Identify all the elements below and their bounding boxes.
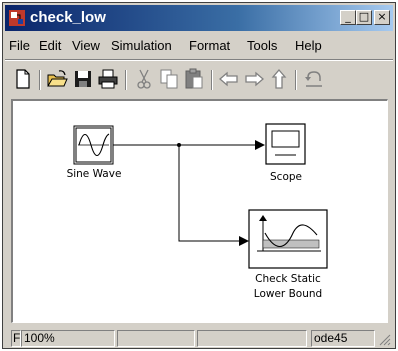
menu-tools[interactable]: Tools [247, 38, 277, 53]
status-cell [117, 330, 195, 347]
toolbar-separator [125, 70, 127, 90]
toolbar-separator [211, 70, 213, 90]
simulink-app-icon [9, 10, 25, 26]
undo-icon[interactable] [302, 67, 326, 91]
resize-grip-icon[interactable] [377, 332, 391, 346]
menu-simulation[interactable]: Simulation [111, 38, 172, 53]
scope-block[interactable] [265, 123, 306, 165]
check-block-label-line1: Check Static [255, 273, 321, 285]
menu-format[interactable]: Format [189, 38, 230, 53]
sine-wave-label: Sine Wave [66, 168, 122, 180]
menu-file[interactable]: File [9, 38, 30, 53]
menu-edit[interactable]: Edit [39, 38, 61, 53]
open-icon[interactable] [45, 67, 69, 91]
solver-label: ode45 [311, 330, 375, 347]
check-block-label-line2: Lower Bound [253, 288, 323, 300]
maximize-button[interactable]: □ [356, 10, 372, 25]
print-icon[interactable] [96, 67, 120, 91]
scope-label: Scope [270, 171, 302, 183]
status-bar: F 100% ode45 [5, 327, 393, 347]
minimize-button[interactable]: _ [340, 10, 356, 25]
close-button[interactable]: × [374, 10, 390, 25]
menu-bar: File Edit View Simulation Format Tools H… [5, 35, 393, 57]
toolbar-separator [39, 70, 41, 90]
status-cell [197, 330, 307, 347]
model-window: check_low _ □ × File Edit View Simulatio… [2, 2, 396, 349]
forward-icon[interactable] [242, 67, 266, 91]
menu-help[interactable]: Help [295, 38, 322, 53]
model-canvas[interactable]: Sine Wave Scope Check Static Lower Bound [11, 99, 388, 323]
zoom-level: 100% [21, 330, 115, 347]
toolbar-separator [295, 70, 297, 90]
signal-line[interactable] [113, 140, 265, 246]
new-icon[interactable] [11, 67, 35, 91]
check-static-lower-bound-block[interactable] [248, 209, 328, 269]
paste-icon[interactable] [182, 67, 206, 91]
sine-wave-block[interactable] [73, 125, 114, 165]
menu-view[interactable]: View [72, 38, 100, 53]
save-icon[interactable] [71, 67, 95, 91]
title-bar[interactable]: check_low _ □ × [5, 5, 393, 31]
back-icon[interactable] [217, 67, 241, 91]
copy-icon[interactable] [157, 67, 181, 91]
toolbar [5, 61, 393, 97]
status-left-cell: F [11, 330, 21, 347]
up-icon[interactable] [267, 67, 291, 91]
cut-icon[interactable] [132, 67, 156, 91]
window-title: check_low [30, 9, 106, 26]
